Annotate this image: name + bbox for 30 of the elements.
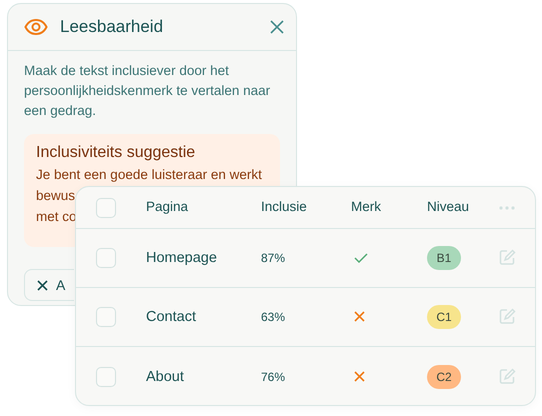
- checkbox[interactable]: [96, 307, 116, 327]
- inclusion-value: 76%: [261, 370, 286, 384]
- checkbox[interactable]: [96, 366, 116, 386]
- suggestion-title: Inclusiviteits suggestie: [36, 143, 196, 163]
- level-pill: C1: [427, 305, 461, 329]
- eye-icon: [24, 18, 48, 36]
- page-name: Homepage: [146, 250, 217, 266]
- level-pill: C2: [427, 364, 461, 388]
- column-header: Niveau: [427, 199, 470, 214]
- suggestion-text-line: bewus: [36, 187, 76, 205]
- column-header: Merk: [351, 199, 381, 214]
- close-icon: [37, 280, 48, 290]
- suggestion-text-line: Je bent een goede luisteraar en werkt: [36, 166, 262, 184]
- panel-description: Maak de tekst inclusiever door het persoonlijkheidskenmerk te vertalen naar een gedrag.: [23, 62, 272, 120]
- page-name: About: [146, 368, 184, 384]
- level-pill: B1: [427, 246, 461, 270]
- action-button[interactable]: A: [24, 269, 74, 301]
- checkbox[interactable]: [96, 248, 116, 268]
- inclusion-value: 87%: [261, 251, 286, 265]
- page-name: Contact: [146, 309, 196, 325]
- more-icon[interactable]: [499, 206, 515, 210]
- column-header: Inclusie: [261, 199, 307, 214]
- checkbox[interactable]: [96, 198, 116, 218]
- close-icon[interactable]: [270, 20, 284, 34]
- column-header: Pagina: [146, 199, 188, 214]
- inclusion-value: 63%: [261, 310, 286, 324]
- edit-icon[interactable]: [499, 249, 516, 266]
- edit-icon[interactable]: [499, 368, 516, 385]
- edit-icon[interactable]: [499, 308, 516, 326]
- panel-title: Leesbaarheid: [60, 16, 164, 38]
